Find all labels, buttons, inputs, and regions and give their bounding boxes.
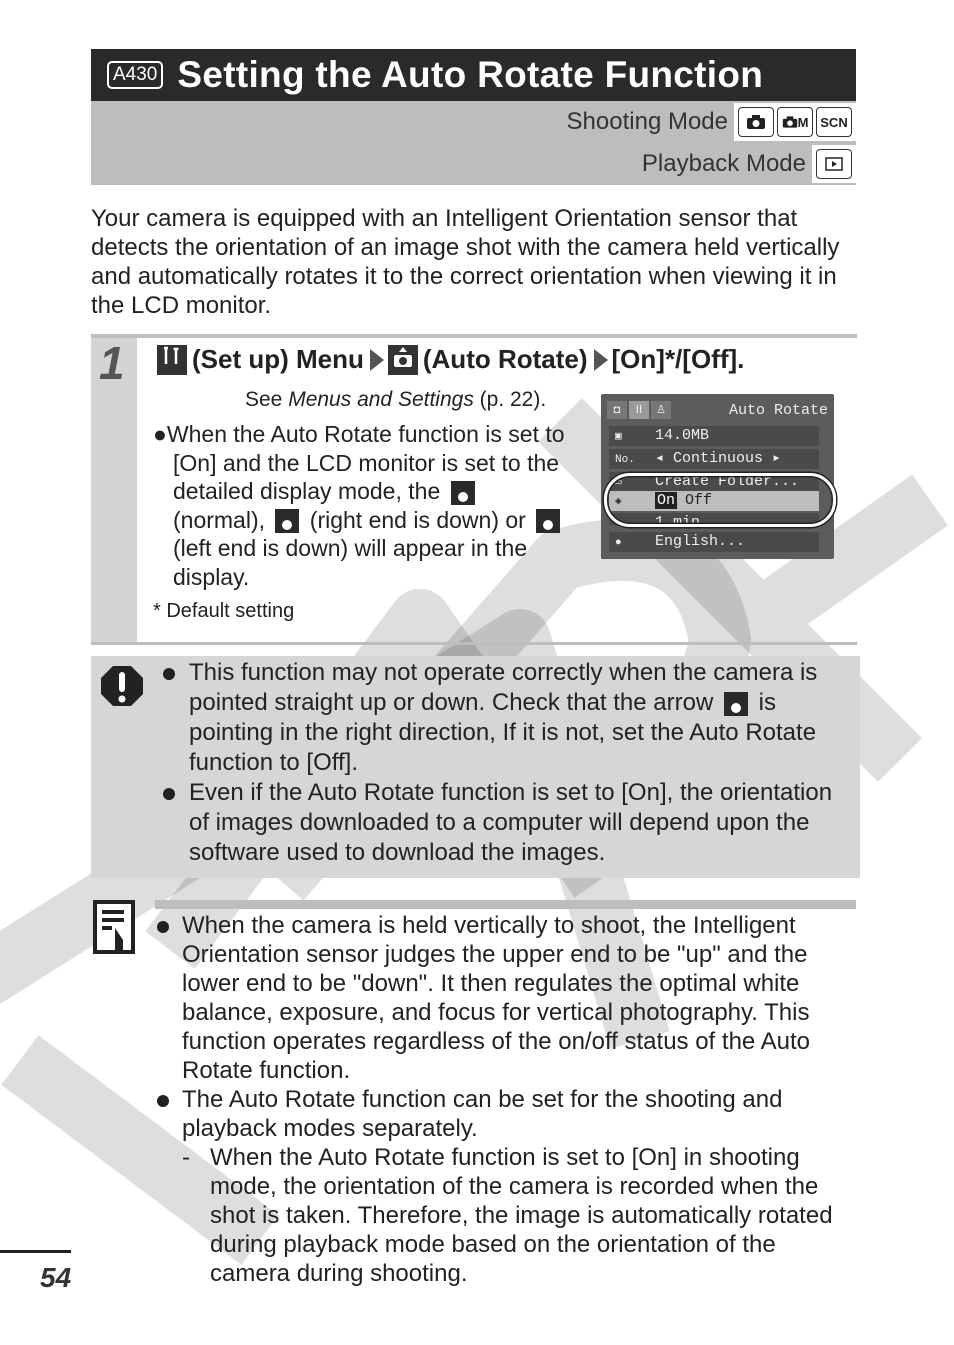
title-bar: A430 Setting the Auto Rotate Function: [91, 49, 856, 101]
page-number-rule: [0, 1250, 71, 1253]
caution-text: Even if the Auto Rotate function is set …: [189, 779, 833, 866]
playback-mode-row: Playback Mode: [642, 145, 856, 183]
playback-mode-icons: [812, 145, 856, 183]
playback-icon: [816, 149, 852, 179]
playback-mode-label: Playback Mode: [641, 150, 806, 177]
caution-item: This function may not operate correctly …: [161, 658, 851, 778]
step-number-column: 1: [91, 337, 137, 642]
mode-panel: Shooting Mode M SCN Playback Mode: [91, 101, 856, 185]
page-number: 54: [40, 1262, 72, 1293]
lcd-tab-camera-icon: ◘: [607, 401, 627, 419]
lcd-tab-setup-icon: ⅠⅠ: [629, 401, 649, 419]
orientation-right-down-icon: [275, 509, 300, 534]
manual-m-label: M: [797, 114, 809, 130]
orientation-left-down-icon: [536, 509, 561, 534]
caution-list: This function may not operate correctly …: [161, 658, 851, 868]
dash-marker: -: [182, 1144, 190, 1171]
caution-item: Even if the Auto Rotate function is set …: [161, 778, 851, 868]
scene-icon: SCN: [816, 107, 852, 137]
default-footnote: * Default setting: [153, 600, 295, 622]
page-title: Setting the Auto Rotate Function: [177, 54, 764, 95]
lcd-row: ● English...: [609, 532, 819, 552]
arrow-right-icon: [369, 348, 384, 371]
step-bullet-text-2: (normal),: [173, 506, 266, 533]
camera-manual-icon: M: [777, 107, 813, 137]
highlight-oval: [604, 473, 836, 527]
note-list: When the camera is held vertically to sh…: [155, 911, 855, 1288]
setup-menu-icon: [157, 344, 187, 375]
arrow-right-icon: [593, 348, 608, 371]
note-memo-icon: [93, 900, 135, 954]
see-prefix: See: [245, 388, 289, 411]
shooting-mode-icons: M SCN: [734, 103, 856, 141]
note-item: When the camera is held vertically to sh…: [155, 911, 855, 1085]
lcd-title: Auto Rotate: [728, 401, 828, 419]
lcd-file-no-icon: No.: [615, 454, 635, 466]
step-number: 1: [99, 337, 125, 389]
step-bullet-text-4: (left end is down) will appear in the di…: [173, 535, 528, 590]
note-sub-text: When the Auto Rotate function is set to …: [210, 1144, 833, 1287]
auto-rotate-icon: [387, 344, 418, 375]
orientation-normal-icon: [450, 480, 475, 505]
step-heading-part-3: [On]*/[Off].: [611, 344, 745, 374]
note-divider: [155, 900, 856, 909]
step-heading: (Set up) Menu (Auto Rotate) [On]*/[Off].: [157, 344, 744, 375]
lcd-row-value: English...: [655, 533, 746, 550]
step-bullet-text-3: (right end is down) or: [309, 506, 526, 533]
orientation-arrow-icon: [723, 691, 748, 716]
note-item: The Auto Rotate function can be set for …: [155, 1085, 855, 1143]
intro-paragraph: Your camera is equipped with an Intellig…: [91, 205, 840, 319]
lcd-row-value: ◂ Continuous ▸: [655, 450, 782, 467]
see-link[interactable]: Menus and Settings: [288, 388, 474, 411]
see-reference: See Menus and Settings (p. 22).: [245, 388, 546, 412]
lcd-language-icon: ●: [615, 537, 622, 549]
caution-box: This function may not operate correctly …: [91, 656, 860, 878]
note-sub-item: - When the Auto Rotate function is set to…: [155, 1143, 855, 1288]
lcd-row: ▣ 14.0MB: [609, 426, 819, 446]
step-heading-part-1: (Set up) Menu: [192, 344, 364, 374]
lcd-row: No. ◂ Continuous ▸: [609, 449, 819, 469]
step-bullet: ●When the Auto Rotate function is set to…: [153, 421, 565, 590]
step-bullet-text-1: When the Auto Rotate function is set to …: [166, 421, 565, 504]
step-bullet-list: ●When the Auto Rotate function is set to…: [153, 420, 573, 591]
shooting-mode-label: Shooting Mode: [566, 108, 728, 135]
lcd-tab-my-settings-icon: ♙: [651, 401, 671, 419]
camera-auto-icon: [738, 107, 774, 137]
step-heading-part-2: (Auto Rotate): [422, 344, 588, 374]
shooting-mode-row: Shooting Mode M SCN: [567, 103, 856, 141]
lcd-tab-bar: ◘ ⅠⅠ ♙ Auto Rotate: [607, 400, 828, 420]
caution-icon: [101, 666, 143, 706]
lcd-format-icon: ▣: [615, 431, 622, 443]
model-badge: A430: [107, 61, 164, 89]
lcd-row-value: 14.0MB: [655, 427, 710, 444]
see-suffix: (p. 22).: [473, 388, 547, 411]
